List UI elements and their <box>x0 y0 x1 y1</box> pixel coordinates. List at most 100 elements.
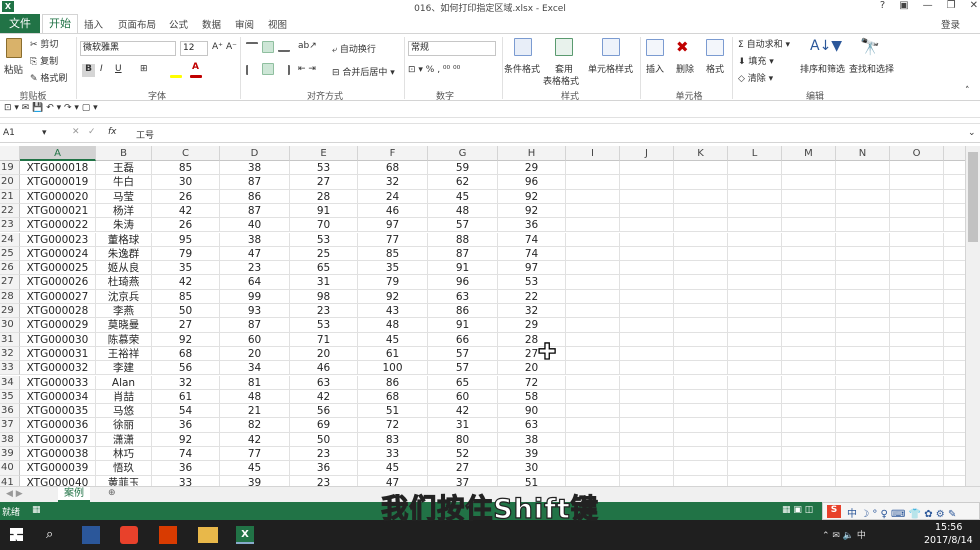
start-icon[interactable] <box>10 528 23 541</box>
cell[interactable] <box>890 447 944 462</box>
cell[interactable] <box>836 447 890 462</box>
cell[interactable] <box>782 389 836 405</box>
cell[interactable] <box>728 418 782 433</box>
cell[interactable] <box>674 161 728 176</box>
cell[interactable] <box>728 189 782 204</box>
cell[interactable]: 莫晓曼 <box>96 318 152 333</box>
cell[interactable]: 61 <box>358 346 428 362</box>
cell[interactable]: 82 <box>220 418 290 433</box>
cell[interactable]: XTG000032 <box>20 361 96 376</box>
tab-page-layout[interactable]: 页面布局 <box>118 17 156 31</box>
underline-button[interactable]: U <box>115 64 122 74</box>
cell[interactable] <box>836 275 890 290</box>
tab-review[interactable]: 审阅 <box>235 17 254 31</box>
column-header-G[interactable]: G <box>428 146 498 161</box>
cell[interactable] <box>782 404 836 419</box>
tab-formulas[interactable]: 公式 <box>169 17 188 31</box>
cell[interactable] <box>836 203 890 219</box>
cell[interactable] <box>944 333 965 347</box>
cell[interactable] <box>728 218 782 233</box>
cell[interactable]: 53 <box>498 275 566 290</box>
column-header-I[interactable]: I <box>566 146 620 161</box>
cell[interactable] <box>890 332 944 347</box>
cell[interactable]: 52 <box>428 447 498 462</box>
cell[interactable]: 48 <box>428 203 498 219</box>
cell[interactable]: Alan <box>96 375 152 390</box>
cell[interactable]: XTG000020 <box>20 189 96 204</box>
cell[interactable]: 36 <box>152 418 220 433</box>
cell[interactable]: 37 <box>428 475 498 486</box>
cell[interactable] <box>728 389 782 405</box>
cell[interactable] <box>890 304 944 319</box>
cell[interactable] <box>944 290 965 304</box>
search-icon[interactable]: ⌕ <box>46 527 53 542</box>
cell[interactable] <box>728 304 782 319</box>
cell[interactable] <box>890 161 944 176</box>
cell[interactable]: 20 <box>290 346 358 362</box>
cell[interactable] <box>728 246 782 262</box>
paste-button[interactable]: 粘贴 <box>4 62 23 76</box>
cell[interactable]: 42 <box>290 389 358 405</box>
cell[interactable] <box>782 318 836 333</box>
cell[interactable]: 50 <box>290 432 358 447</box>
cell[interactable] <box>782 475 836 486</box>
cell[interactable]: 70 <box>290 218 358 233</box>
cell[interactable] <box>836 332 890 347</box>
cell[interactable] <box>566 232 620 247</box>
cell[interactable] <box>620 246 674 262</box>
cell[interactable]: 68 <box>152 346 220 362</box>
row-header[interactable]: 19 <box>0 161 20 176</box>
format-cells-button[interactable]: 格式 <box>706 62 724 75</box>
cell[interactable] <box>836 175 890 190</box>
column-header-L[interactable]: L <box>728 146 782 161</box>
cell[interactable] <box>836 161 890 176</box>
cell[interactable] <box>566 304 620 319</box>
formula-input[interactable]: 工号 <box>136 128 154 141</box>
align-bottom-icon[interactable] <box>278 42 290 52</box>
select-all-corner[interactable] <box>0 146 20 161</box>
tab-view[interactable]: 视图 <box>268 17 287 31</box>
cell[interactable] <box>674 461 728 476</box>
cell[interactable]: 朱逸群 <box>96 246 152 262</box>
cell[interactable]: 30 <box>498 461 566 476</box>
cell[interactable] <box>890 475 944 486</box>
cell[interactable]: 徐丽 <box>96 418 152 433</box>
cell[interactable] <box>944 275 965 290</box>
cell[interactable]: 43 <box>358 304 428 319</box>
cell[interactable] <box>890 432 944 447</box>
cell[interactable] <box>620 361 674 376</box>
cell[interactable]: XTG000019 <box>20 175 96 190</box>
cell[interactable]: 45 <box>220 461 290 476</box>
cell[interactable]: 23 <box>290 447 358 462</box>
cell[interactable]: 51 <box>498 475 566 486</box>
cell[interactable]: 63 <box>428 289 498 304</box>
cell[interactable]: 27 <box>290 175 358 190</box>
wrap-text-button[interactable]: ⤶ 自动换行 <box>332 42 376 55</box>
cell[interactable] <box>944 404 965 419</box>
cell[interactable]: 68 <box>358 389 428 405</box>
font-color-icon[interactable]: A <box>192 62 199 72</box>
align-center-icon[interactable] <box>262 63 274 75</box>
cell[interactable] <box>890 218 944 233</box>
cell[interactable] <box>890 404 944 419</box>
cell[interactable]: 68 <box>358 161 428 176</box>
cell[interactable]: 45 <box>358 332 428 347</box>
name-box-dropdown-icon[interactable]: ▾ <box>42 128 47 138</box>
cell[interactable] <box>566 447 620 462</box>
cell[interactable]: 潇潇 <box>96 432 152 447</box>
cell[interactable] <box>674 346 728 362</box>
row-header[interactable]: 38 <box>0 432 20 447</box>
cell[interactable]: XTG000031 <box>20 346 96 362</box>
cell[interactable]: 86 <box>220 189 290 204</box>
cell[interactable] <box>728 232 782 247</box>
cell[interactable]: 45 <box>358 461 428 476</box>
cell[interactable]: 42 <box>428 404 498 419</box>
cell[interactable] <box>728 289 782 304</box>
cell[interactable] <box>782 361 836 376</box>
tab-data[interactable]: 数据 <box>202 17 221 31</box>
cell[interactable] <box>566 175 620 190</box>
cell[interactable] <box>674 432 728 447</box>
cell[interactable]: XTG000035 <box>20 404 96 419</box>
cut-button[interactable]: ✂ 剪切 <box>30 37 58 50</box>
cell[interactable] <box>836 232 890 247</box>
